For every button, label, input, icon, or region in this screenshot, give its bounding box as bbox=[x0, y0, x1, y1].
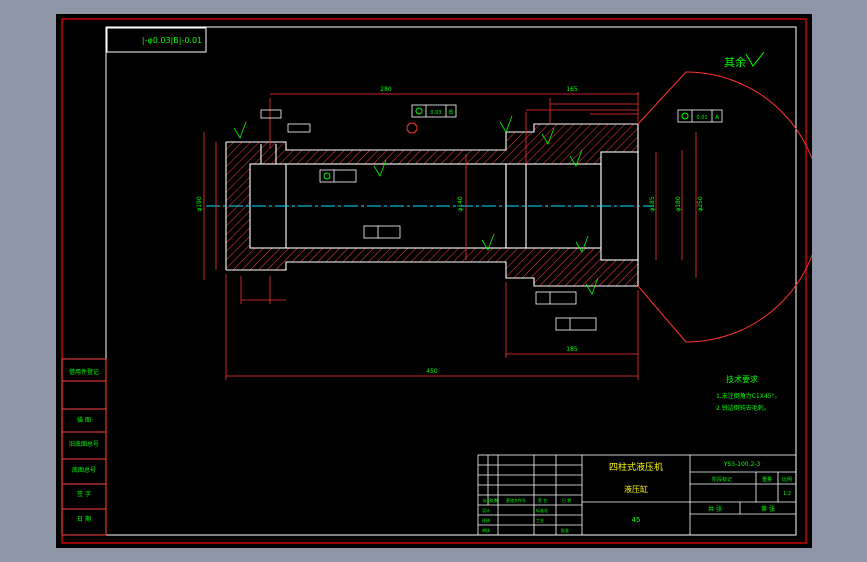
row-check: 校核 bbox=[482, 517, 490, 523]
part-name: 液压缸 bbox=[624, 484, 648, 494]
dim-bore-dia: φ140 bbox=[457, 196, 464, 212]
sheet-number: 第 张 bbox=[761, 505, 775, 513]
row-review: 审核 bbox=[482, 527, 490, 533]
machine-name: 四柱式液压机 bbox=[609, 461, 663, 473]
col-signature: 签 名 bbox=[538, 497, 547, 503]
col-change: 更改文件号 bbox=[506, 497, 526, 503]
tech-req-1: 1.未注倒角为C1X45°。 bbox=[716, 392, 780, 400]
side-borrow: 借用件登记 bbox=[69, 368, 99, 376]
tech-req-heading: 技术要求 bbox=[726, 374, 758, 384]
drawing-frame: |-φ0.03|B|-0.01 借用件登记 描 图 旧底图总号 底图总号 签 字… bbox=[56, 14, 812, 548]
col-count: 处数 bbox=[490, 497, 498, 503]
outer-border bbox=[61, 18, 807, 544]
dim-left-dia: φ190 bbox=[196, 196, 203, 212]
gdt-value-2: 0.01 bbox=[696, 115, 707, 121]
row-design: 设计 bbox=[482, 507, 490, 513]
dim-flange-dia: φ250 bbox=[697, 196, 704, 212]
dim-right-length: 165 bbox=[566, 86, 578, 93]
dim-right-dia: φ185 bbox=[649, 196, 656, 212]
stage-label: 阶段标记 bbox=[712, 476, 732, 483]
roughness-rest: 其余 bbox=[724, 55, 746, 69]
section-arc bbox=[685, 71, 812, 343]
material: 45 bbox=[632, 516, 641, 524]
row-process: 工艺 bbox=[536, 518, 544, 523]
row-approve: 批准 bbox=[561, 527, 569, 533]
side-sign-no: 底图总号 bbox=[72, 466, 96, 474]
side-trace: 描 图 bbox=[77, 416, 91, 424]
side-date: 日 期 bbox=[77, 515, 91, 523]
drawing-number: YS3-100.2-3 bbox=[723, 461, 761, 468]
scale-value: 1:2 bbox=[783, 491, 791, 497]
gdt-datum-b: B bbox=[449, 109, 453, 116]
side-signature: 签 字 bbox=[77, 490, 91, 498]
tech-req-2: 2.锐边倒钝去毛刺。 bbox=[716, 404, 770, 412]
gdt-datum-a: A bbox=[715, 114, 720, 121]
top-left-code: |-φ0.03|B|-0.01 bbox=[142, 36, 202, 45]
roughness-symbol bbox=[745, 51, 765, 67]
gdt-frames bbox=[260, 104, 723, 331]
cad-drawing: |-φ0.03|B|-0.01 借用件登记 描 图 旧底图总号 底图总号 签 字… bbox=[61, 18, 812, 544]
dim-overall: 450 bbox=[426, 368, 438, 375]
weight-label: 重量 bbox=[762, 476, 772, 483]
dim-bottom-right: 185 bbox=[566, 346, 578, 353]
scale-label: 比例 bbox=[782, 476, 792, 483]
side-old: 旧底图总号 bbox=[69, 440, 99, 448]
dim-bore-length: 280 bbox=[380, 86, 392, 93]
inner-border bbox=[105, 26, 797, 536]
sheet-total: 共 张 bbox=[708, 505, 722, 513]
col-date: 日 期 bbox=[562, 497, 571, 503]
gdt-value-1: 0.03 bbox=[430, 110, 441, 116]
dim-outer-dia: φ180 bbox=[675, 196, 682, 212]
cylinder-section bbox=[225, 123, 639, 287]
row-standard: 标准化 bbox=[536, 507, 548, 513]
